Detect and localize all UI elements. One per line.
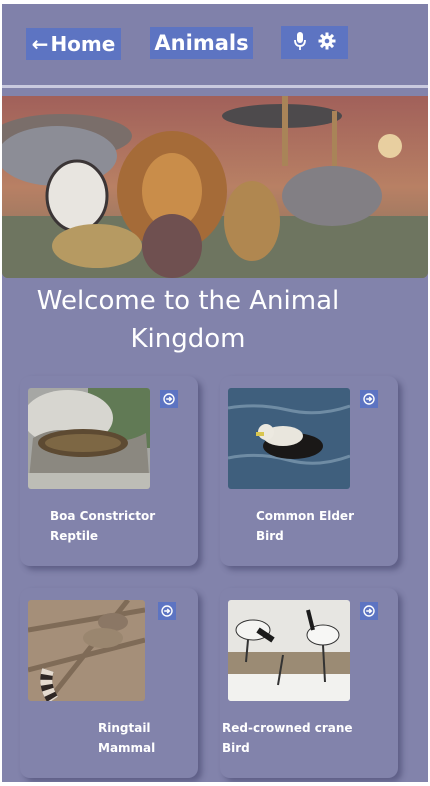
animal-category: Mammal [98, 741, 156, 755]
arrow-circle-right-icon[interactable] [360, 602, 378, 620]
page-title: Animals [150, 27, 253, 59]
animal-text: Boa Constrictor Reptile [50, 506, 155, 546]
arrow-circle-right-icon[interactable] [360, 390, 378, 408]
animal-category: Bird [256, 529, 284, 543]
back-arrow-icon: ← [31, 32, 49, 56]
home-button[interactable]: ← Home [26, 28, 121, 60]
animal-name: Boa Constrictor [50, 509, 156, 523]
animal-card[interactable]: Common Elder Bird [220, 376, 398, 566]
animal-name: Common Elder [256, 509, 354, 523]
welcome-line-1: Welcome to the Animal [36, 286, 340, 316]
animal-name: Ringtail [98, 721, 151, 735]
animal-card[interactable]: Boa Constrictor Reptile [20, 376, 198, 566]
animal-text: Ringtail Mammal [98, 718, 155, 758]
gear-icon[interactable] [318, 32, 336, 54]
arrow-circle-right-icon[interactable] [158, 602, 176, 620]
toolbar-buttons [281, 26, 348, 59]
welcome-heading: Welcome to the Animal Kingdom [2, 282, 428, 358]
app-screen: ← Home Animals Welcome to the Animal Kin… [2, 4, 428, 782]
animal-card[interactable]: Red-crowned crane Bird [220, 588, 398, 778]
hero-banner-image [2, 96, 428, 278]
animal-text: Red-crowned crane Bird [222, 718, 353, 758]
animal-photo [28, 600, 145, 701]
animal-photo [228, 600, 350, 701]
microphone-icon[interactable] [293, 31, 307, 55]
animal-category: Bird [222, 741, 250, 755]
home-label: Home [50, 32, 116, 56]
animal-name: Red-crowned crane [222, 721, 353, 735]
animal-text: Common Elder Bird [256, 506, 354, 546]
animal-photo [28, 388, 150, 489]
welcome-line-2: Kingdom [130, 324, 246, 354]
animal-category: Reptile [50, 529, 99, 543]
arrow-circle-right-icon[interactable] [160, 390, 178, 408]
animal-photo [228, 388, 350, 489]
animal-card[interactable]: Ringtail Mammal [20, 588, 198, 778]
top-bar: ← Home Animals [2, 4, 428, 88]
